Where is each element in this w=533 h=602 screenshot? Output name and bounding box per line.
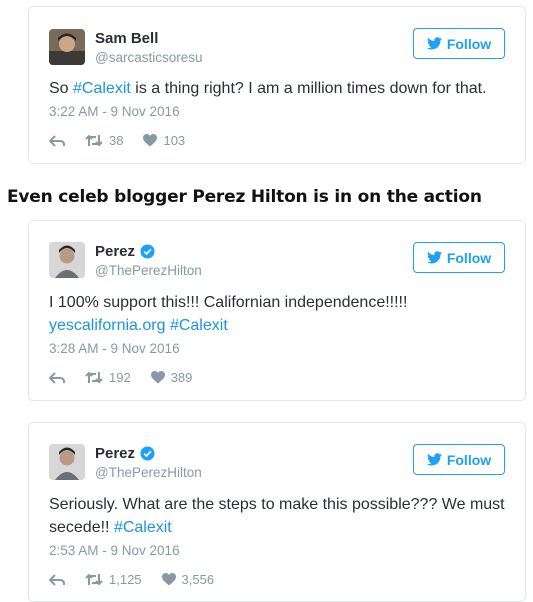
tweet-card: Perez @ThePerezHilton Follow Seriously. … (28, 422, 526, 602)
tweet-card: Sam Bell @sarcasticsoresu Follow So #Cal… (28, 6, 526, 164)
author-handle[interactable]: @ThePerezHilton (95, 465, 202, 480)
heart-icon (143, 134, 158, 147)
tweet-text: I 100% support this!!! Californian indep… (49, 291, 514, 337)
tweet-actions: 192 389 (49, 370, 212, 385)
avatar[interactable] (49, 444, 85, 480)
follow-label[interactable]: Follow (447, 250, 491, 266)
timestamp[interactable]: 3:28 AM - 9 Nov 2016 (49, 341, 180, 356)
timestamp[interactable]: 2:53 AM - 9 Nov 2016 (49, 543, 180, 558)
follow-label[interactable]: Follow (447, 452, 491, 468)
author-name[interactable]: Sam Bell (95, 30, 158, 47)
twitter-bird-icon (426, 37, 442, 50)
follow-label[interactable]: Follow (447, 36, 491, 52)
retweet-icon (85, 134, 103, 147)
avatar[interactable] (49, 29, 85, 65)
like-count: 103 (163, 133, 186, 148)
retweet-icon (85, 371, 103, 384)
verified-badge-icon (140, 446, 155, 461)
hashtag-link[interactable]: #Calexit (73, 80, 131, 97)
author-handle[interactable]: @ThePerezHilton (95, 263, 202, 278)
author-name-text[interactable]: Perez (95, 445, 135, 462)
follow-button[interactable]: Follow (413, 242, 505, 273)
reply-button[interactable] (49, 371, 65, 384)
tweet-text-part: So (49, 80, 74, 97)
follow-button[interactable]: Follow (413, 444, 505, 475)
author-name-text[interactable]: Sam Bell (95, 30, 158, 47)
retweet-button[interactable]: 38 (85, 133, 123, 148)
like-count: 389 (170, 370, 193, 385)
reply-icon (49, 134, 65, 147)
retweet-count: 38 (109, 133, 124, 148)
follow-button[interactable]: Follow (413, 28, 505, 59)
reply-icon (49, 573, 65, 586)
retweet-button[interactable]: 192 (85, 370, 131, 385)
tweet-text: So #Calexit is a thing right? I am a mil… (49, 77, 514, 100)
like-count: 3,556 (181, 572, 215, 587)
url-link[interactable]: yescalifornia.org (49, 317, 166, 334)
heart-icon (150, 371, 165, 384)
tweet-actions: 38 103 (49, 133, 205, 148)
author-name[interactable]: Perez (95, 243, 155, 260)
author-handle[interactable]: @sarcasticsoresu (95, 50, 203, 65)
hashtag-link[interactable]: #Calexit (114, 519, 172, 536)
tweet-card: Perez @ThePerezHilton Follow I 100% supp… (28, 220, 526, 401)
reply-button[interactable] (49, 573, 65, 586)
tweet-text-line: I 100% support this!!! Californian indep… (49, 294, 408, 311)
section-heading: Even celeb blogger Perez Hilton is in on… (7, 187, 482, 207)
retweet-button[interactable]: 1,125 (85, 572, 142, 587)
retweet-icon (85, 573, 103, 586)
tweet-actions: 1,125 3,556 (49, 572, 234, 587)
author-name-text[interactable]: Perez (95, 243, 135, 260)
like-button[interactable]: 3,556 (161, 572, 215, 587)
reply-button[interactable] (49, 134, 65, 147)
retweet-count: 1,125 (109, 572, 142, 587)
like-button[interactable]: 103 (143, 133, 185, 148)
tweet-text-part: is a thing right? I am a million times d… (130, 80, 487, 97)
avatar[interactable] (49, 242, 85, 278)
heart-icon (161, 573, 176, 586)
hashtag-link[interactable]: #Calexit (170, 317, 228, 334)
verified-badge-icon (140, 244, 155, 259)
retweet-count: 192 (109, 370, 131, 385)
tweet-text-line: yescalifornia.org #Calexit (49, 314, 514, 337)
reply-icon (49, 371, 65, 384)
author-name[interactable]: Perez (95, 445, 155, 462)
twitter-bird-icon (426, 453, 442, 466)
tweet-text: Seriously. What are the steps to make th… (49, 493, 514, 539)
like-button[interactable]: 389 (150, 370, 193, 385)
timestamp[interactable]: 3:22 AM - 9 Nov 2016 (49, 104, 180, 119)
twitter-bird-icon (426, 251, 442, 264)
